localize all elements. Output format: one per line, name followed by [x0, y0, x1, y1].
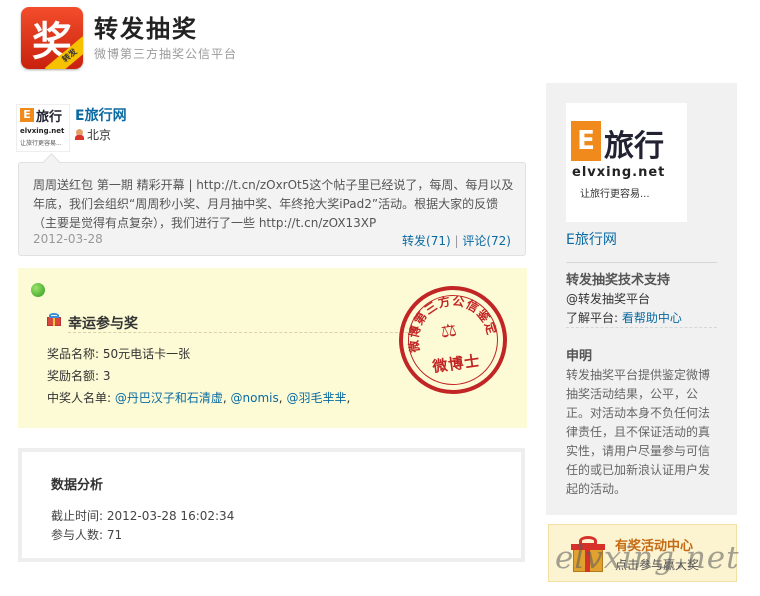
- user-icon: [75, 129, 84, 140]
- scale-icon: ⚖: [439, 319, 459, 343]
- prize-name-row: 奖品名称: 50元电话卡一张: [47, 345, 190, 362]
- participants-row: 参与人数: 71: [51, 526, 122, 543]
- post-actions: 转发(71) | 评论(72): [402, 232, 511, 249]
- gift-icon: [47, 313, 61, 326]
- site-logo[interactable]: 奖 转发: [21, 7, 83, 69]
- watermark: elvxing.net: [555, 540, 740, 576]
- sidebar: E 旅行 elvxing.net 让旅行更容易... E旅行网 转发抽奖技术支持…: [546, 83, 737, 515]
- winner-link[interactable]: @nomis: [231, 391, 279, 405]
- learn-label: 了解平台:: [566, 311, 619, 325]
- avatar-name-mark: 旅行: [36, 110, 63, 125]
- support-title: 转发抽奖技术支持: [566, 273, 671, 288]
- participants-label: 参与人数:: [51, 528, 104, 542]
- winners-row: 中奖人名单: @丹巴汉子和石清虚, @nomis, @羽毛芈芈,: [47, 389, 350, 406]
- avatar-url-mark: elvxing.net: [20, 127, 65, 135]
- winners-separator: ,: [222, 391, 227, 405]
- draw-result-panel: 幸运参与奖 奖品名称: 50元电话卡一张 奖励名额: 3 中奖人名单: @丹巴汉…: [18, 268, 527, 428]
- post-date: 2012-03-28: [33, 232, 103, 246]
- post-bubble: 周周送红包 第一期 精彩开幕 | http://t.cn/zOxrOt5这个帖子…: [18, 162, 526, 256]
- post-text: 周周送红包 第一期 精彩开幕 | http://t.cn/zOxrOt5这个帖子…: [33, 178, 514, 230]
- winner-link[interactable]: @丹巴汉子和石清虚: [115, 391, 223, 405]
- winner-link[interactable]: @羽毛芈芈: [286, 391, 346, 405]
- data-analysis-panel: 数据分析 截止时间: 2012-03-28 16:02:34 参与人数: 71: [18, 448, 525, 562]
- repost-link[interactable]: 转发(71): [402, 234, 451, 248]
- avatar-e-mark: E: [20, 108, 34, 122]
- participants-value: 71: [106, 528, 123, 542]
- avatar-e-mark: E: [571, 121, 601, 161]
- prize-count-label: 奖励名额:: [47, 369, 100, 383]
- winners-label: 中奖人名单:: [47, 391, 112, 405]
- support-link[interactable]: @转发抽奖平台: [566, 290, 650, 307]
- prize-count-value: 3: [102, 369, 111, 383]
- winners-separator: ,: [346, 391, 351, 405]
- notice-title: 申明: [566, 349, 593, 364]
- help-center-link[interactable]: 看帮助中心: [622, 311, 682, 325]
- sidebar-divider: [566, 327, 717, 328]
- user-name-link[interactable]: E旅行网: [75, 105, 127, 125]
- comment-link[interactable]: 评论(72): [462, 234, 511, 248]
- avatar-slogan-mark: 让旅行更容易...: [580, 189, 650, 200]
- notice-text: 转发抽奖平台提供鉴定微博抽奖活动结果，公平，公正。对活动本身不负任何法律责任，且…: [566, 368, 711, 496]
- divider: [68, 332, 413, 333]
- avatar-url-mark: elvxing.net: [572, 165, 666, 180]
- prize-title: 幸运参与奖: [68, 316, 138, 332]
- deadline-row: 截止时间: 2012-03-28 16:02:34: [51, 507, 234, 524]
- action-separator: |: [454, 234, 459, 248]
- sidebar-user-link[interactable]: E旅行网: [566, 229, 617, 249]
- prize-name-label: 奖品名称:: [47, 347, 100, 361]
- avatar-name-mark: 旅行: [604, 129, 664, 164]
- stats-title: 数据分析: [51, 478, 104, 493]
- status-dot-icon: [31, 283, 45, 297]
- prize-count-row: 奖励名额: 3: [47, 367, 111, 384]
- verification-seal: 微博第三方公信鉴定 ⚖ 微博士: [392, 279, 514, 401]
- sidebar-divider: [566, 262, 717, 263]
- avatar-slogan-mark: 让旅行更容易...: [20, 140, 62, 147]
- site-title[interactable]: 转发抽奖: [94, 9, 198, 44]
- winners-separator: ,: [278, 391, 283, 405]
- site-subtitle: 微博第三方抽奖公信平台: [94, 47, 238, 61]
- prize-name-value: 50元电话卡一张: [102, 347, 191, 361]
- sidebar-avatar[interactable]: E 旅行 elvxing.net 让旅行更容易...: [566, 103, 687, 222]
- deadline-label: 截止时间:: [51, 509, 104, 523]
- learn-row: 了解平台: 看帮助中心: [566, 309, 682, 326]
- user-location: 北京: [75, 126, 111, 143]
- user-location-text: 北京: [87, 128, 112, 142]
- deadline-value: 2012-03-28 16:02:34: [106, 509, 235, 523]
- user-avatar[interactable]: E 旅行 elvxing.net 让旅行更容易...: [16, 104, 70, 152]
